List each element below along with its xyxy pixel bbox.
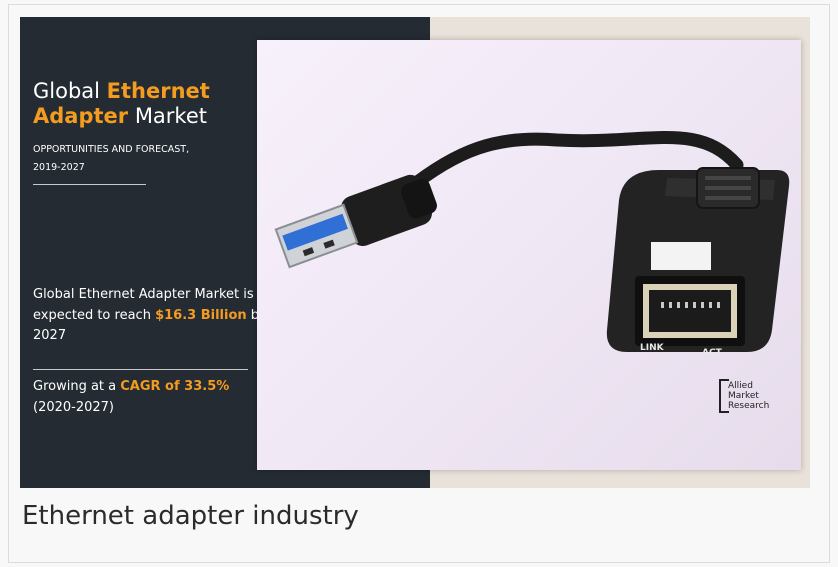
stat2-period: (2020-2027) [33, 399, 115, 415]
logo-line-allied: Allied [728, 381, 753, 391]
market-size-statement: Global Ethernet Adapter Market is expect… [33, 285, 273, 347]
product-photo: LINK ACT Allied Market Research [257, 40, 801, 470]
title-highlight-ethernet: Ethernet [106, 79, 210, 103]
stat-divider [33, 369, 248, 370]
allied-market-research-logo: Allied Market Research [719, 379, 789, 427]
stat1-value: $16.3 Billion [155, 307, 247, 323]
infographic-title: Global Ethernet Adapter Market [33, 79, 293, 129]
subtitle-line2: 2019-2027 [33, 162, 85, 173]
logo-line-research: Research [728, 401, 770, 411]
title-highlight-adapter: Adapter [33, 104, 129, 128]
port-label-act: ACT [702, 348, 722, 358]
title-part1: Global [33, 79, 107, 103]
title-part2: Market [128, 104, 208, 128]
stat2-value: CAGR of 33.5% [120, 379, 230, 394]
image-caption: Ethernet adapter industry [22, 501, 359, 531]
logo-line-market: Market [728, 391, 759, 401]
subtitle-line1: OPPORTUNITIES AND FORECAST, [33, 144, 190, 155]
title-divider [33, 184, 146, 185]
port-label-link: LINK [640, 343, 664, 353]
cagr-statement: Growing at a CAGR of 33.5% (2020-2027) [33, 377, 273, 418]
logo-text: Allied Market Research [728, 381, 788, 411]
market-infographic: Global Ethernet Adapter Market OPPORTUNI… [20, 17, 810, 488]
stat2-prefix: Growing at a [33, 379, 121, 394]
infographic-subtitle: OPPORTUNITIES AND FORECAST, 2019-2027 [33, 141, 263, 177]
